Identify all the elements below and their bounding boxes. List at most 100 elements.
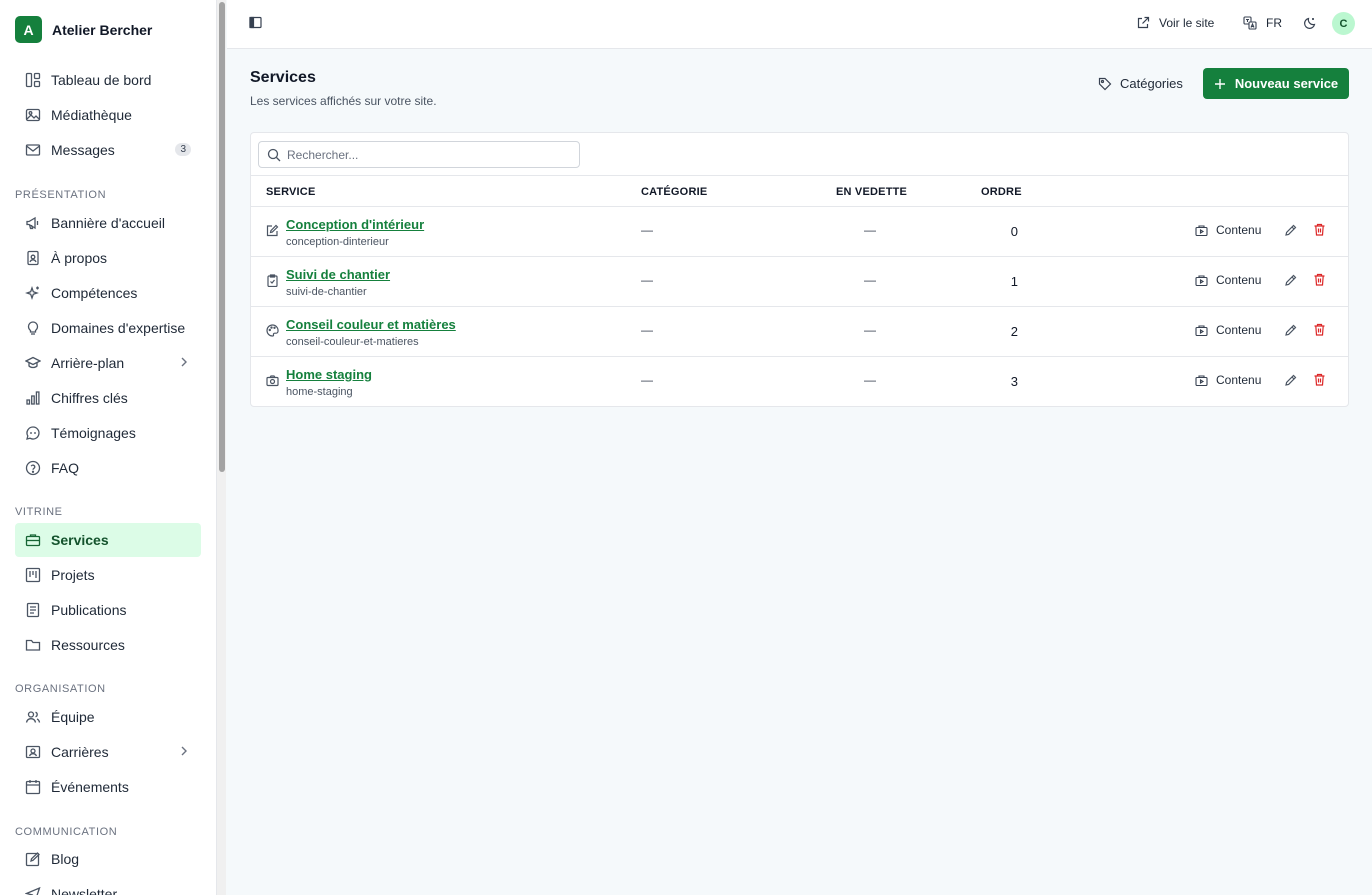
sidebar-item-expertise[interactable]: Domaines d'expertise (15, 311, 201, 345)
sidebar-item-dashboard[interactable]: Tableau de bord (15, 63, 201, 97)
service-category: — (641, 323, 653, 337)
content-button[interactable]: Contenu (1195, 223, 1261, 237)
sidebar-item-services[interactable]: Services (15, 523, 201, 557)
content-icon (1195, 224, 1208, 237)
sidebar-item-messages[interactable]: Messages 3 (15, 133, 201, 167)
categories-button[interactable]: Catégories (1090, 68, 1191, 99)
brand-name: Atelier Bercher (52, 21, 153, 38)
users-icon (24, 709, 41, 726)
palette-icon (266, 324, 279, 337)
edit-pencil-icon[interactable] (1284, 224, 1297, 237)
tag-icon (1098, 77, 1112, 91)
kanban-icon (24, 567, 41, 584)
service-title-link[interactable]: Suivi de chantier (286, 267, 390, 282)
edit-pencil-icon[interactable] (1284, 374, 1297, 387)
sidebar-item-label: Domaines d'expertise (51, 320, 186, 336)
service-category: — (641, 273, 653, 287)
theme-toggle-button[interactable] (1303, 16, 1317, 30)
sidebar-item-label: À propos (51, 250, 108, 266)
id-card-icon (24, 250, 41, 267)
search-box[interactable] (258, 141, 580, 168)
column-header-featured[interactable]: EN VEDETTE (836, 186, 907, 198)
sidebar-item-about[interactable]: À propos (15, 241, 201, 275)
service-slug: suivi-de-chantier (286, 286, 367, 298)
column-header-service[interactable]: SERVICE (266, 186, 316, 198)
send-icon (24, 886, 41, 895)
search-input[interactable] (287, 147, 567, 162)
sidebar-item-newsletter[interactable]: Newsletter (15, 877, 201, 895)
chevron-right-icon (179, 355, 189, 369)
calendar-icon (24, 779, 41, 796)
megaphone-icon (24, 215, 41, 232)
bar-chart-icon (24, 390, 41, 407)
edit-pencil-icon[interactable] (1284, 274, 1297, 287)
external-link-icon (1136, 16, 1150, 30)
trash-icon[interactable] (1313, 223, 1326, 236)
sidebar-item-projects[interactable]: Projets (15, 558, 201, 592)
user-avatar[interactable]: C (1332, 12, 1355, 35)
page-subtitle: Les services affichés sur votre site. (250, 94, 437, 108)
service-featured: — (864, 323, 876, 337)
sidebar-item-banner[interactable]: Bannière d'accueil (15, 206, 201, 240)
sidebar-item-testimonials[interactable]: Témoignages (15, 416, 201, 450)
sidebar-item-label: Compétences (51, 285, 138, 301)
image-icon (24, 107, 41, 124)
sidebar-toggle-icon (249, 16, 262, 29)
service-title-link[interactable]: Conception d'intérieur (286, 217, 424, 232)
sidebar-item-label: Événements (51, 779, 129, 795)
toggle-sidebar-button[interactable] (249, 16, 262, 29)
trash-icon[interactable] (1313, 373, 1326, 386)
scrollbar-thumb[interactable] (219, 2, 225, 472)
sidebar-item-blog[interactable]: Blog (15, 842, 201, 876)
messages-count-badge: 3 (175, 143, 191, 156)
view-site-link[interactable]: Voir le site (1136, 16, 1214, 30)
sidebar-item-skills[interactable]: Compétences (15, 276, 201, 310)
dashboard-icon (24, 72, 41, 89)
section-label-vitrine: VITRINE (15, 506, 63, 518)
clipboard-check-icon (266, 274, 279, 287)
sidebar-item-media[interactable]: Médiathèque (15, 98, 201, 132)
sidebar-item-label: Ressources (51, 637, 125, 653)
table-row: Conseil couleur et matières conseil-coul… (251, 307, 1348, 357)
column-header-category[interactable]: CATÉGORIE (641, 186, 707, 198)
sidebar-item-key-figures[interactable]: Chiffres clés (15, 381, 201, 415)
language-switcher[interactable]: FR (1243, 16, 1282, 30)
sidebar-item-team[interactable]: Équipe (15, 700, 201, 734)
brand[interactable]: A Atelier Bercher (15, 16, 152, 43)
content-label: Contenu (1216, 273, 1262, 287)
sidebar-scrollbar[interactable] (216, 0, 226, 895)
sidebar-item-resources[interactable]: Ressources (15, 628, 201, 662)
lightbulb-icon (24, 320, 41, 337)
service-title-link[interactable]: Conseil couleur et matières (286, 317, 456, 332)
quote-bubble-icon (24, 425, 41, 442)
chevron-right-icon (179, 744, 189, 758)
sidebar-item-background[interactable]: Arrière-plan (15, 346, 201, 380)
view-site-label: Voir le site (1159, 16, 1215, 30)
content-icon (1195, 374, 1208, 387)
content-label: Contenu (1216, 323, 1262, 337)
service-category: — (641, 373, 653, 387)
sidebar-item-label: Bannière d'accueil (51, 215, 165, 231)
content-icon (1195, 274, 1208, 287)
sidebar-item-publications[interactable]: Publications (15, 593, 201, 627)
sidebar-item-events[interactable]: Événements (15, 770, 201, 804)
new-service-button[interactable]: Nouveau service (1203, 68, 1349, 99)
sidebar-item-label: Blog (51, 851, 80, 867)
column-header-order[interactable]: ORDRE (981, 186, 1022, 198)
service-featured: — (864, 223, 876, 237)
trash-icon[interactable] (1313, 273, 1326, 286)
content-label: Contenu (1216, 373, 1262, 387)
content-button[interactable]: Contenu (1195, 373, 1261, 387)
service-title-link[interactable]: Home staging (286, 367, 372, 382)
sidebar: A Atelier Bercher Tableau de bord Médiat… (0, 0, 216, 895)
service-order: 3 (1010, 374, 1018, 389)
trash-icon[interactable] (1313, 323, 1326, 336)
moon-icon (1303, 16, 1317, 30)
graduation-cap-icon (24, 355, 41, 372)
sidebar-item-faq[interactable]: FAQ (15, 451, 201, 485)
edit-pencil-icon[interactable] (1284, 324, 1297, 337)
brand-logo: A (15, 16, 42, 43)
sidebar-item-careers[interactable]: Carrières (15, 735, 201, 769)
content-button[interactable]: Contenu (1195, 323, 1261, 337)
content-button[interactable]: Contenu (1195, 273, 1261, 287)
